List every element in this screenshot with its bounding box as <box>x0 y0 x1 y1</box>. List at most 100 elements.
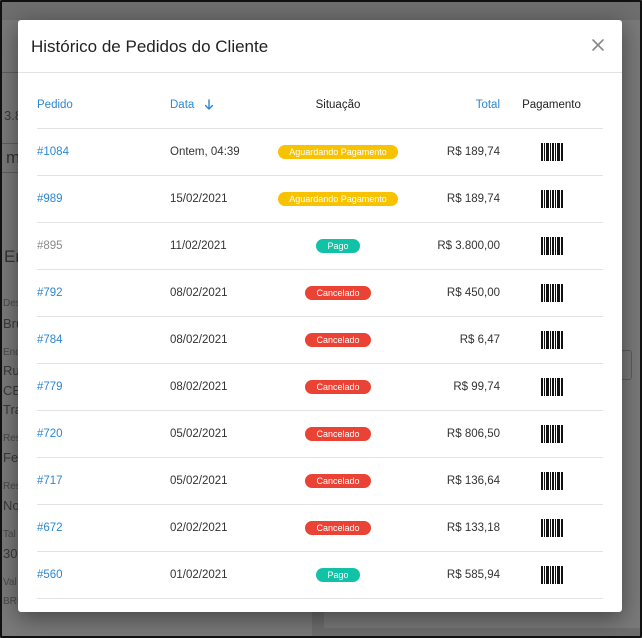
header-pedido[interactable]: Pedido <box>37 99 170 111</box>
cell-data: 08/02/2021 <box>170 334 228 346</box>
cell-total: R$ 450,00 <box>446 287 500 299</box>
order-link[interactable]: #792 <box>37 287 63 299</box>
cell-pedido: #1084 <box>37 146 170 158</box>
status-badge: Cancelado <box>305 521 371 535</box>
header-situacao: Situação <box>270 99 406 111</box>
modal-title: Histórico de Pedidos do Cliente <box>31 37 269 56</box>
bg-text: Fe <box>3 450 19 465</box>
order-link[interactable]: #1084 <box>37 146 69 158</box>
header-pagamento-label: Pagamento <box>522 99 581 111</box>
table-row: #720 05/02/2021 Cancelado R$ 806,50 <box>37 411 603 458</box>
cell-data: 02/02/2021 <box>170 522 228 534</box>
cell-pagamento <box>500 378 603 396</box>
header-total-label[interactable]: Total <box>476 99 500 111</box>
order-link[interactable]: #720 <box>37 428 63 440</box>
cell-pedido: #895 <box>37 240 170 252</box>
order-link[interactable]: #895 <box>37 240 63 252</box>
cell-pedido: #784 <box>37 334 170 346</box>
status-badge: Cancelado <box>305 380 371 394</box>
cell-total: R$ 6,47 <box>459 334 500 346</box>
barcode-icon[interactable] <box>540 519 563 537</box>
cell-situacao: Aguardando Pagamento <box>270 192 406 206</box>
order-link[interactable]: #560 <box>37 569 63 581</box>
cell-situacao: Cancelado <box>270 286 406 300</box>
table-row: #672 02/02/2021 Cancelado R$ 133,18 <box>37 505 603 552</box>
cell-data: 05/02/2021 <box>170 428 228 440</box>
barcode-icon[interactable] <box>540 472 563 490</box>
header-data-label[interactable]: Data <box>170 99 194 111</box>
cell-data: 01/02/2021 <box>170 569 228 581</box>
bg-label: Val <box>3 577 17 588</box>
order-link[interactable]: #717 <box>37 475 63 487</box>
status-badge: Aguardando Pagamento <box>278 145 398 159</box>
cell-data: Ontem, 04:39 <box>170 146 240 158</box>
cell-situacao: Cancelado <box>270 427 406 441</box>
header-pagamento: Pagamento <box>500 99 603 111</box>
cell-total: R$ 99,74 <box>453 381 500 393</box>
cell-total: R$ 189,74 <box>446 146 500 158</box>
status-badge: Pago <box>316 239 360 253</box>
cell-pedido: #672 <box>37 522 170 534</box>
order-link[interactable]: #784 <box>37 334 63 346</box>
cell-data: 15/02/2021 <box>170 193 228 205</box>
cell-pagamento <box>500 190 603 208</box>
order-link[interactable]: #779 <box>37 381 63 393</box>
status-badge: Cancelado <box>305 333 371 347</box>
barcode-icon[interactable] <box>540 284 563 302</box>
header-pedido-label[interactable]: Pedido <box>37 99 73 111</box>
header-data[interactable]: Data <box>170 99 270 111</box>
table-row: #792 08/02/2021 Cancelado R$ 450,00 <box>37 270 603 317</box>
barcode-icon[interactable] <box>540 378 563 396</box>
barcode-icon[interactable] <box>540 425 563 443</box>
header-situacao-label: Situação <box>315 99 361 111</box>
table-body: #1084 Ontem, 04:39 Aguardando Pagamento R$ … <box>37 129 603 599</box>
cell-situacao: Pago <box>270 239 406 253</box>
barcode-icon[interactable] <box>540 237 563 255</box>
status-badge: Cancelado <box>305 427 371 441</box>
modal-header: Histórico de Pedidos do Cliente <box>18 20 622 73</box>
cell-total: R$ 133,18 <box>446 522 500 534</box>
cell-situacao: Pago <box>270 568 406 582</box>
cell-situacao: Cancelado <box>270 380 406 394</box>
table-row: #560 01/02/2021 Pago R$ 585,94 <box>37 552 603 599</box>
cell-pagamento <box>500 472 603 490</box>
header-total[interactable]: Total <box>406 99 500 111</box>
cell-total: R$ 3.800,00 <box>437 240 500 252</box>
status-badge: Pago <box>316 568 360 582</box>
cell-data: 08/02/2021 <box>170 287 228 299</box>
close-button[interactable] <box>590 37 606 53</box>
status-badge: Cancelado <box>305 286 371 300</box>
cell-pagamento <box>500 284 603 302</box>
cell-data: 11/02/2021 <box>170 240 227 252</box>
cell-total: R$ 585,94 <box>446 569 500 581</box>
cell-situacao: Cancelado <box>270 333 406 347</box>
close-icon <box>592 39 604 51</box>
cell-pagamento <box>500 425 603 443</box>
cell-pagamento <box>500 566 603 584</box>
cell-total: R$ 136,64 <box>446 475 500 487</box>
cell-pagamento <box>500 519 603 537</box>
cell-situacao: Cancelado <box>270 474 406 488</box>
barcode-icon[interactable] <box>540 566 563 584</box>
table-row: #1084 Ontem, 04:39 Aguardando Pagamento R$ … <box>37 129 603 176</box>
bg-label: Tal <box>3 529 16 540</box>
order-history-modal: Histórico de Pedidos do Cliente Pedido D… <box>18 20 622 612</box>
bg-divider <box>0 72 18 73</box>
orders-table: Pedido Data Situação Total Pagamento #10… <box>37 82 603 599</box>
order-link[interactable]: #672 <box>37 522 63 534</box>
status-badge: Cancelado <box>305 474 371 488</box>
status-badge: Aguardando Pagamento <box>278 192 398 206</box>
barcode-icon[interactable] <box>540 331 563 349</box>
cell-pedido: #717 <box>37 475 170 487</box>
cell-pagamento <box>500 237 603 255</box>
table-header: Pedido Data Situação Total Pagamento <box>37 82 603 129</box>
cell-data: 05/02/2021 <box>170 475 228 487</box>
table-row: #895 11/02/2021 Pago R$ 3.800,00 <box>37 223 603 270</box>
cell-data: 08/02/2021 <box>170 381 228 393</box>
arrow-down-icon[interactable] <box>204 99 214 111</box>
cell-total: R$ 189,74 <box>446 193 500 205</box>
barcode-icon[interactable] <box>540 143 563 161</box>
order-link[interactable]: #989 <box>37 193 63 205</box>
table-row: #784 08/02/2021 Cancelado R$ 6,47 <box>37 317 603 364</box>
barcode-icon[interactable] <box>540 190 563 208</box>
